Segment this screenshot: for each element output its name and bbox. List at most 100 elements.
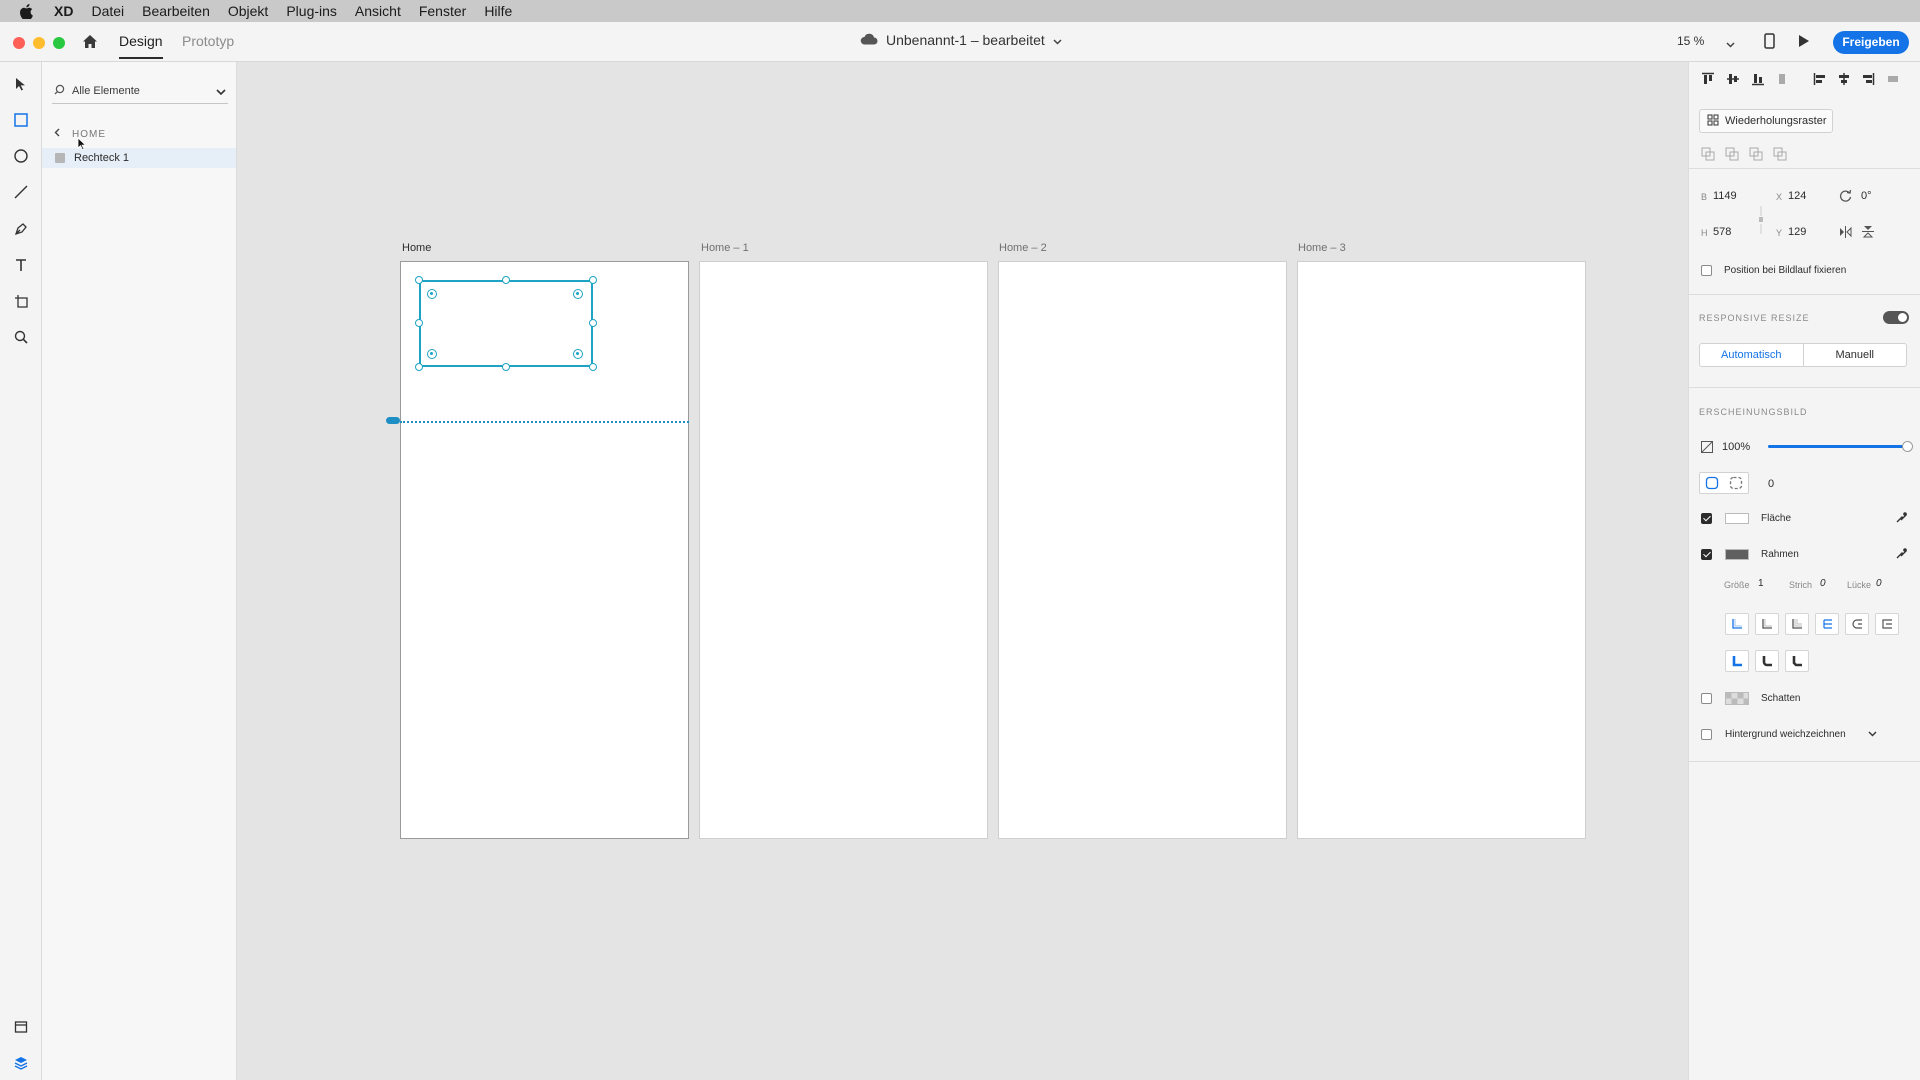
responsive-resize-toggle[interactable] [1883, 311, 1909, 324]
align-left-icon[interactable] [1813, 72, 1827, 86]
scroll-guide-line[interactable] [400, 421, 689, 423]
distribute-vertical-icon[interactable] [1775, 72, 1789, 86]
boolean-subtract-icon[interactable] [1725, 147, 1739, 161]
resize-handle[interactable] [415, 319, 423, 327]
resize-handle[interactable] [415, 363, 423, 371]
align-center-icon[interactable] [1837, 72, 1851, 86]
cap-round-icon[interactable] [1845, 613, 1869, 635]
fix-position-checkbox[interactable] [1701, 265, 1712, 276]
height-field[interactable]: 578 [1713, 226, 1731, 238]
resize-handle[interactable] [589, 363, 597, 371]
layers-panel-icon[interactable] [11, 1053, 31, 1073]
stroke-center-icon[interactable] [1785, 613, 1809, 635]
cap-butt-icon[interactable] [1815, 613, 1839, 635]
tab-prototyp[interactable]: Prototyp [182, 33, 234, 49]
artboard-label-home-1[interactable]: Home – 1 [701, 242, 749, 254]
eyedropper-icon[interactable] [1895, 547, 1908, 560]
eyedropper-icon[interactable] [1895, 511, 1908, 524]
artboard-home-3[interactable] [1297, 261, 1586, 839]
align-top-icon[interactable] [1701, 72, 1715, 86]
artboard-home-2[interactable] [998, 261, 1287, 839]
close-window-button[interactable] [13, 37, 25, 49]
responsive-mode-automatisch[interactable]: Automatisch [1700, 344, 1804, 366]
tab-design[interactable]: Design [119, 33, 163, 59]
zoom-window-button[interactable] [53, 37, 65, 49]
selected-rectangle[interactable] [419, 280, 593, 367]
zoom-tool-icon[interactable] [11, 327, 31, 347]
boolean-exclude-icon[interactable] [1773, 147, 1787, 161]
artboard-label-home-3[interactable]: Home – 3 [1298, 242, 1346, 254]
resize-handle[interactable] [589, 319, 597, 327]
menu-objekt[interactable]: Objekt [228, 3, 268, 19]
artboard-home-1[interactable] [699, 261, 988, 839]
menu-fenster[interactable]: Fenster [419, 3, 466, 19]
boolean-intersect-icon[interactable] [1749, 147, 1763, 161]
document-title[interactable]: Unbenannt-1 – bearbeitet [860, 32, 1062, 48]
corner-radius-handle[interactable] [427, 289, 437, 299]
menu-plugins[interactable]: Plug-ins [286, 3, 337, 19]
background-blur-checkbox[interactable] [1701, 729, 1712, 740]
border-checkbox[interactable] [1701, 549, 1712, 560]
resize-handle[interactable] [589, 276, 597, 284]
lock-aspect-icon[interactable] [1758, 205, 1764, 235]
chevron-down-icon[interactable] [1868, 731, 1877, 737]
repeat-grid-button[interactable]: Wiederholungsraster [1699, 109, 1833, 133]
responsive-mode-manuell[interactable]: Manuell [1804, 344, 1907, 366]
align-right-icon[interactable] [1861, 72, 1875, 86]
individual-corner-icon[interactable] [1729, 476, 1743, 490]
shadow-checkbox[interactable] [1701, 693, 1712, 704]
layer-filter-dropdown[interactable]: Alle Elemente [52, 78, 228, 104]
fill-checkbox[interactable] [1701, 513, 1712, 524]
menu-bearbeiten[interactable]: Bearbeiten [142, 3, 210, 19]
join-miter-icon[interactable] [1725, 650, 1749, 672]
opacity-slider-thumb[interactable] [1902, 441, 1913, 452]
background-blur-label[interactable]: Hintergrund weichzeichnen [1725, 729, 1846, 740]
border-color-swatch[interactable] [1725, 549, 1749, 560]
menu-hilfe[interactable]: Hilfe [484, 3, 512, 19]
align-bottom-icon[interactable] [1751, 72, 1765, 86]
distribute-horizontal-icon[interactable] [1886, 72, 1900, 86]
opacity-field[interactable]: 100% [1722, 441, 1750, 453]
rectangle-tool-icon[interactable] [11, 110, 31, 130]
design-canvas[interactable]: Home Home – 1 Home – 2 Home – 3 [237, 62, 1688, 1080]
stroke-inner-icon[interactable] [1725, 613, 1749, 635]
align-middle-icon[interactable] [1726, 72, 1740, 86]
dash-field[interactable]: 0 [1820, 578, 1826, 589]
artboard-tool-icon[interactable] [11, 291, 31, 311]
join-bevel-icon[interactable] [1785, 650, 1809, 672]
chevron-left-icon[interactable] [54, 128, 60, 140]
artboard-label-home-2[interactable]: Home – 2 [999, 242, 1047, 254]
select-tool-icon[interactable] [11, 74, 31, 94]
menu-datei[interactable]: Datei [91, 3, 124, 19]
fill-color-swatch[interactable] [1725, 513, 1749, 524]
device-preview-icon[interactable] [1764, 33, 1775, 54]
assets-panel-icon[interactable] [11, 1017, 31, 1037]
menu-ansicht[interactable]: Ansicht [355, 3, 401, 19]
join-round-icon[interactable] [1755, 650, 1779, 672]
text-tool-icon[interactable] [11, 255, 31, 275]
apple-icon[interactable] [20, 3, 38, 19]
stroke-outer-icon[interactable] [1755, 613, 1779, 635]
artboard-label-home[interactable]: Home [402, 242, 431, 254]
shadow-swatch-icon[interactable] [1725, 692, 1749, 705]
zoom-chevron-down-icon[interactable] [1726, 35, 1735, 53]
resize-handle[interactable] [502, 363, 510, 371]
corner-radius-handle[interactable] [573, 289, 583, 299]
corner-radius-handle[interactable] [427, 349, 437, 359]
boolean-add-icon[interactable] [1701, 147, 1715, 161]
minimize-window-button[interactable] [33, 37, 45, 49]
corner-radius-handle[interactable] [573, 349, 583, 359]
pen-tool-icon[interactable] [11, 219, 31, 239]
home-icon[interactable] [81, 33, 99, 51]
uniform-corner-icon[interactable] [1705, 476, 1719, 490]
menu-app-name[interactable]: XD [54, 3, 73, 19]
rotation-field[interactable]: 0° [1861, 190, 1872, 202]
opacity-slider[interactable] [1768, 441, 1913, 452]
resize-handle[interactable] [502, 276, 510, 284]
zoom-level[interactable]: 15 % [1677, 34, 1704, 48]
x-field[interactable]: 124 [1788, 190, 1806, 202]
line-tool-icon[interactable] [11, 182, 31, 202]
scroll-guide-handle[interactable] [386, 417, 400, 424]
flip-horizontal-icon[interactable] [1839, 226, 1852, 238]
flip-vertical-icon[interactable] [1862, 225, 1874, 238]
